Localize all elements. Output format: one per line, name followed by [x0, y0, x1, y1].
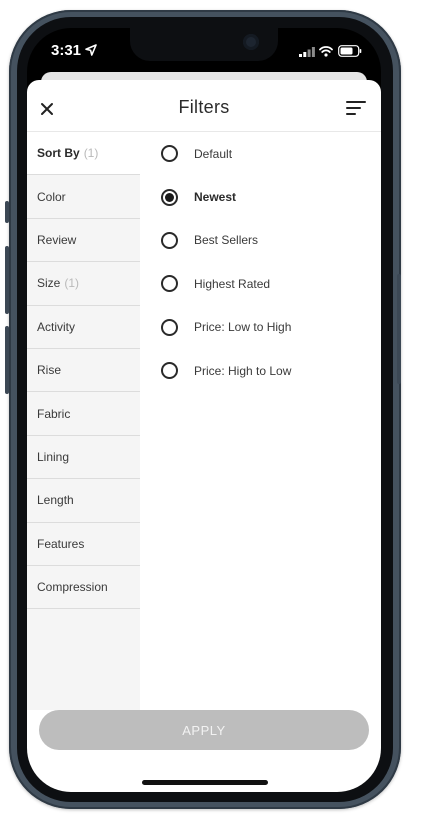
sort-option-label: Best Sellers [194, 233, 259, 248]
notch [130, 28, 278, 61]
radio-button-selected[interactable] [161, 188, 178, 206]
sidebar-item-label: Features [37, 536, 85, 551]
sidebar-item-color[interactable]: Color [27, 175, 140, 219]
sort-option-price-high-to-low[interactable]: Price: High to Low [140, 349, 381, 392]
page-title: Filters [178, 97, 230, 117]
apply-button[interactable]: APPLY [39, 710, 369, 750]
location-arrow-icon [85, 44, 97, 56]
sort-option-newest[interactable]: Newest [140, 175, 381, 218]
sort-lines-icon[interactable] [345, 99, 367, 117]
front-camera [243, 34, 259, 50]
sidebar-item-label: Rise [37, 363, 62, 378]
screen: 3:31 Filters Sort By (1) Color Review Si… [27, 28, 381, 792]
sidebar-item-features[interactable]: Features [27, 523, 140, 566]
sheet-header: Filters [27, 80, 381, 132]
sort-option-label: Highest Rated [194, 276, 271, 291]
radio-button[interactable] [161, 145, 178, 163]
sidebar-item-fabric[interactable]: Fabric [27, 392, 140, 436]
sort-options-list: Default Newest Best Sellers Highest Rate… [140, 132, 381, 392]
status-time: 3:31 [51, 42, 82, 59]
sidebar-item-label: Length [37, 493, 74, 508]
sidebar-item-label: Lining [37, 449, 70, 464]
sidebar-item-lining[interactable]: Lining [27, 436, 140, 480]
sort-option-best-sellers[interactable]: Best Sellers [140, 219, 381, 262]
sidebar-item-label: Review [37, 232, 77, 247]
radio-button[interactable] [161, 275, 178, 293]
sidebar-item-compression[interactable]: Compression [27, 566, 140, 610]
sidebar-item-size[interactable]: Size (1) [27, 262, 140, 306]
sidebar-item-label: Fabric [37, 406, 71, 421]
radio-dot [165, 192, 174, 202]
sidebar-item-count: (1) [83, 146, 99, 161]
status-bar: 3:31 [27, 28, 381, 74]
sidebar-item-rise[interactable]: Rise [27, 349, 140, 393]
home-indicator[interactable] [142, 780, 268, 785]
sidebar-item-length[interactable]: Length [27, 479, 140, 523]
sidebar-item-activity[interactable]: Activity [27, 306, 140, 349]
volume-up-button [5, 246, 9, 314]
sort-option-label: Newest [194, 190, 237, 205]
cellular-signal-icon [299, 47, 315, 57]
sidebar-item-review[interactable]: Review [27, 219, 140, 263]
sidebar-item-sort-by[interactable]: Sort By (1) [27, 132, 140, 176]
radio-button[interactable] [161, 231, 178, 249]
filter-category-sidebar: Sort By (1) Color Review Size (1) Activi… [27, 132, 140, 710]
volume-down-button [5, 326, 9, 394]
sort-option-default[interactable]: Default [140, 132, 381, 175]
sort-option-label: Default [194, 146, 233, 161]
sidebar-item-label: Compression [37, 580, 108, 595]
sidebar-item-label: Activity [37, 319, 76, 334]
radio-button[interactable] [161, 318, 178, 336]
sidebar-item-label: Sort By [37, 146, 80, 161]
sort-option-label: Price: High to Low [194, 363, 292, 378]
radio-button[interactable] [161, 362, 178, 380]
sidebar-item-label: Color [37, 189, 66, 204]
sort-option-label: Price: Low to High [194, 320, 292, 335]
sidebar-item-count: (1) [64, 276, 80, 291]
power-button [397, 274, 401, 384]
battery-icon [338, 45, 362, 57]
sort-option-highest-rated[interactable]: Highest Rated [140, 262, 381, 305]
wifi-icon [319, 46, 333, 57]
mute-switch [5, 201, 9, 223]
sort-option-price-low-to-high[interactable]: Price: Low to High [140, 306, 381, 349]
sidebar-item-label: Size [37, 276, 61, 291]
filters-sheet: Filters Sort By (1) Color Review Size (1… [27, 80, 381, 792]
